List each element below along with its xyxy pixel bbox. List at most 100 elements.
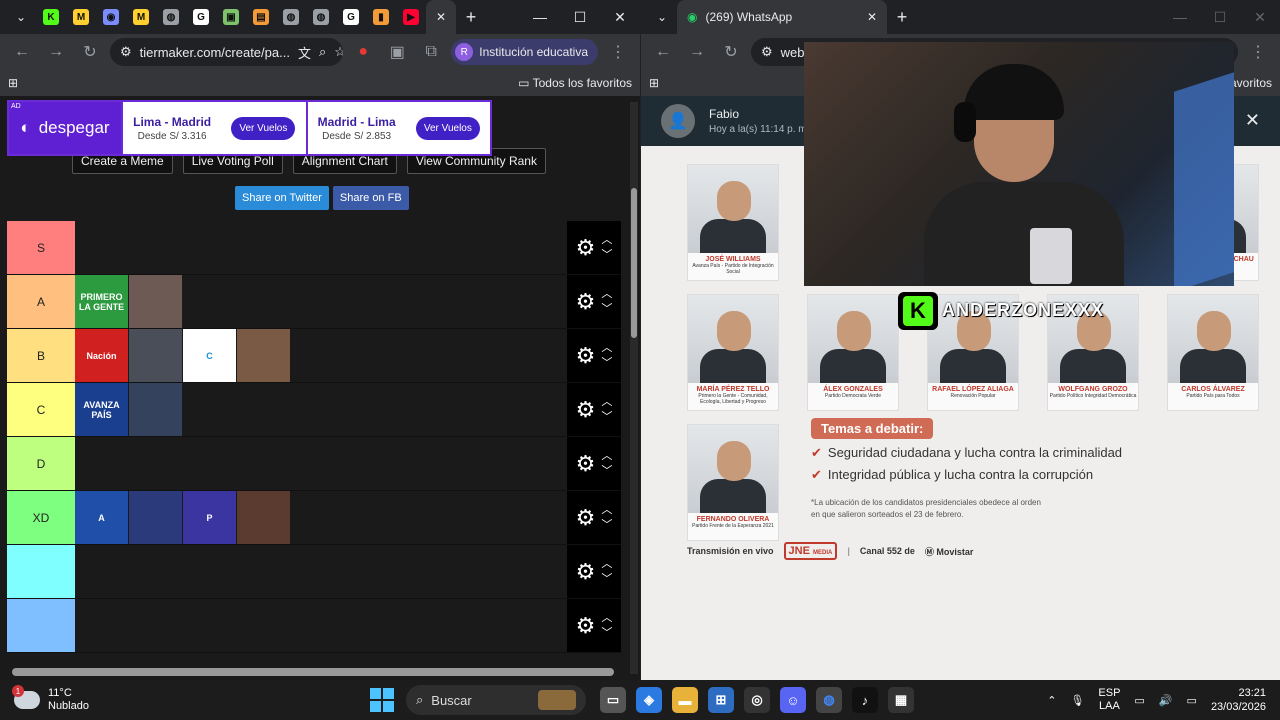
gear-icon[interactable]: ⚙ — [576, 397, 596, 423]
ad-ver-vuelos-button-2[interactable]: Ver Vuelos — [415, 116, 480, 140]
move-up-icon[interactable]: ︿ — [601, 450, 612, 461]
share-twitter-button[interactable]: Share on Twitter — [235, 186, 329, 210]
gear-icon[interactable]: ⚙ — [576, 289, 596, 315]
maximize-icon[interactable]: ☐ — [560, 0, 600, 34]
site-info-icon-right[interactable]: ⚙ — [761, 44, 773, 60]
move-down-icon[interactable]: ﹀ — [601, 357, 612, 368]
apps-grid-icon[interactable]: ⊞ — [8, 76, 18, 90]
taskbar-search[interactable]: ⌕ Buscar — [406, 685, 586, 715]
close-window-icon-right[interactable]: ✕ — [1240, 0, 1280, 34]
gear-icon[interactable]: ⚙ — [576, 235, 596, 261]
back-icon[interactable]: ← — [8, 38, 36, 66]
move-down-icon[interactable]: ﹀ — [601, 573, 612, 584]
all-bookmarks[interactable]: ▭ Todos los favoritos — [518, 76, 632, 90]
tab-active-close-icon[interactable]: ✕ — [426, 0, 456, 34]
tier-items[interactable]: PRIMERO LA GENTE — [75, 275, 567, 328]
tier-items[interactable]: AP — [75, 491, 567, 544]
share-fb-button[interactable]: Share on FB — [332, 186, 409, 210]
tab-search-icon[interactable]: ⌄ — [6, 0, 36, 34]
tab-7[interactable]: ▤ — [246, 0, 276, 34]
move-down-icon[interactable]: ﹀ — [601, 627, 612, 638]
move-down-icon[interactable]: ﹀ — [601, 465, 612, 476]
gear-icon[interactable]: ⚙ — [576, 613, 596, 639]
extensions-puzzle-icon[interactable]: ⧉ — [417, 38, 445, 66]
contact-avatar[interactable]: 👤 — [661, 104, 695, 138]
move-down-icon[interactable]: ﹀ — [601, 249, 612, 260]
tab-6[interactable]: ▣ — [216, 0, 246, 34]
tier-item-image[interactable]: Nación — [75, 329, 128, 382]
move-down-icon[interactable]: ﹀ — [601, 303, 612, 314]
tab-8[interactable]: ◍ — [276, 0, 306, 34]
gear-icon[interactable]: ⚙ — [576, 505, 596, 531]
reload-icon-right[interactable]: ↻ — [717, 38, 745, 66]
tab-close-icon[interactable]: ✕ — [867, 10, 877, 24]
task-view-icon[interactable]: ▭ — [600, 687, 626, 713]
move-up-icon[interactable]: ︿ — [601, 504, 612, 515]
gear-icon[interactable]: ⚙ — [576, 559, 596, 585]
clock[interactable]: 23:21 23/03/2026 — [1211, 686, 1266, 714]
zoom-icon[interactable]: ⌕ — [319, 44, 326, 60]
extension-red-icon[interactable]: ● — [349, 38, 377, 66]
vertical-scrollbar[interactable] — [630, 102, 638, 674]
move-up-icon[interactable]: ︿ — [601, 288, 612, 299]
tier-item-image[interactable]: P — [183, 491, 236, 544]
chrome-icon[interactable]: ◍ — [816, 687, 842, 713]
tab-10[interactable]: G — [336, 0, 366, 34]
tier-label[interactable]: A — [7, 275, 75, 328]
extension-screen-icon[interactable]: ▣ — [383, 38, 411, 66]
move-up-icon[interactable]: ︿ — [601, 612, 612, 623]
translate-icon[interactable]: 文 — [298, 43, 311, 62]
all-bookmarks-right[interactable]: avoritos — [1230, 76, 1272, 90]
store-icon[interactable]: ⊞ — [708, 687, 734, 713]
tier-items[interactable] — [75, 599, 567, 652]
forward-icon[interactable]: → — [42, 38, 70, 66]
new-tab-icon[interactable]: + — [456, 0, 486, 34]
ad-ver-vuelos-button-1[interactable]: Ver Vuelos — [231, 116, 296, 140]
move-up-icon[interactable]: ︿ — [601, 396, 612, 407]
tier-items[interactable] — [75, 437, 567, 490]
tier-label[interactable]: B — [7, 329, 75, 382]
tier-item-image[interactable] — [237, 329, 290, 382]
discord-icon[interactable]: ☺ — [780, 687, 806, 713]
weather-widget[interactable]: 1 11°C Nublado — [0, 685, 360, 713]
tab-12[interactable]: ▶ — [396, 0, 426, 34]
scrollbar-thumb[interactable] — [631, 188, 637, 338]
tier-label[interactable]: S — [7, 221, 75, 274]
gear-icon[interactable]: ⚙ — [576, 343, 596, 369]
tab-whatsapp[interactable]: ◉ (269) WhatsApp ✕ — [677, 0, 887, 34]
tab-2[interactable]: ◉ — [96, 0, 126, 34]
tab-0[interactable]: K — [36, 0, 66, 34]
tier-item-image[interactable]: A — [75, 491, 128, 544]
move-up-icon[interactable]: ︿ — [601, 558, 612, 569]
tier-items[interactable] — [75, 221, 567, 274]
tier-label[interactable] — [7, 545, 75, 598]
back-icon-right[interactable]: ← — [649, 38, 677, 66]
tier-items[interactable]: Nación C — [75, 329, 567, 382]
start-windows-icon[interactable] — [370, 688, 394, 712]
app-icon[interactable]: ▦ — [888, 687, 914, 713]
battery-icon[interactable]: ▭ — [1187, 694, 1197, 707]
microphone-icon[interactable]: 🎙 — [1070, 694, 1084, 707]
move-down-icon[interactable]: ﹀ — [601, 519, 612, 530]
minimize-icon-right[interactable]: — — [1160, 0, 1200, 34]
tier-item-image[interactable]: AVANZA PAÍS — [75, 383, 128, 436]
gear-icon[interactable]: ⚙ — [576, 451, 596, 477]
language-indicator[interactable]: ESP LAA — [1098, 687, 1120, 713]
close-window-icon[interactable]: ✕ — [600, 0, 640, 34]
file-explorer-icon[interactable]: ▬ — [672, 687, 698, 713]
menu-kebab-icon-right[interactable]: ⋮ — [1244, 38, 1272, 66]
tiktok-icon[interactable]: ♪ — [852, 687, 878, 713]
tab-4[interactable]: ◍ — [156, 0, 186, 34]
tab-1[interactable]: M — [66, 0, 96, 34]
tier-label[interactable]: XD — [7, 491, 75, 544]
tier-item-image[interactable] — [237, 491, 290, 544]
address-bar[interactable]: ⚙ tiermaker.com/create/pa... 文 ⌕ ☆ — [110, 38, 344, 66]
tier-label[interactable]: D — [7, 437, 75, 490]
ad-offer-1[interactable]: Lima - Madrid Desde S/ 3.316 Ver Vuelos — [121, 102, 306, 154]
tier-item-image[interactable]: C — [183, 329, 236, 382]
tier-item-image[interactable]: PRIMERO LA GENTE — [75, 275, 128, 328]
tier-item-image[interactable] — [129, 383, 182, 436]
tab-9[interactable]: ◍ — [306, 0, 336, 34]
tier-item-image[interactable] — [129, 275, 182, 328]
tab-search-icon-right[interactable]: ⌄ — [647, 0, 677, 34]
